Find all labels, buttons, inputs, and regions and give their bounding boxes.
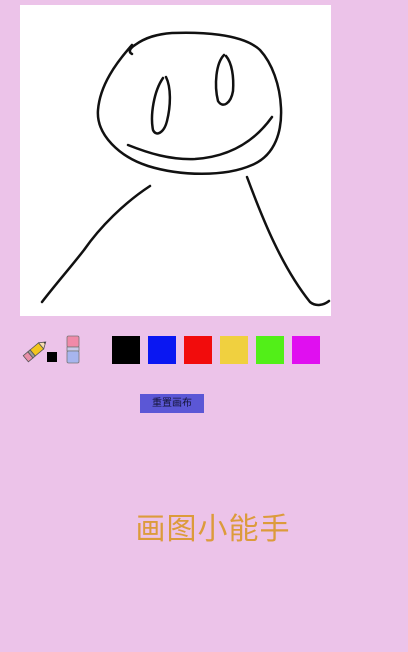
drawing-strokes [40, 31, 331, 307]
reset-canvas-button[interactable]: 重置画布 [140, 394, 204, 413]
color-swatch-green[interactable] [256, 336, 284, 364]
stroke-left-body [40, 184, 152, 304]
color-swatch-blue[interactable] [148, 336, 176, 364]
color-swatch-red[interactable] [184, 336, 212, 364]
color-swatch-black[interactable] [112, 336, 140, 364]
stroke-smile [126, 115, 274, 161]
current-color-indicator [47, 352, 57, 362]
drawing-toolbar [20, 334, 320, 366]
stroke-left-eye [150, 75, 172, 135]
stroke-right-body [245, 175, 331, 307]
eraser-icon[interactable] [66, 335, 80, 364]
app-title: 画图小能手 [135, 512, 291, 547]
color-swatch-magenta[interactable] [292, 336, 320, 364]
color-swatch-yellow[interactable] [220, 336, 248, 364]
stroke-head [96, 31, 283, 175]
pencil-icon[interactable] [20, 336, 50, 366]
stroke-right-eye [214, 53, 235, 106]
drawing-canvas[interactable] [20, 5, 331, 316]
